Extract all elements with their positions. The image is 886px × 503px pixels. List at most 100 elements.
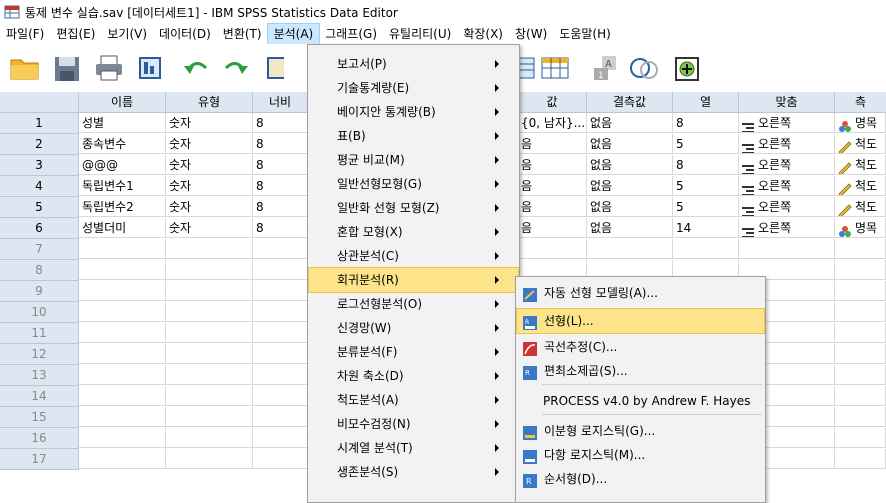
regression-menu-item[interactable]: 자동 선형 모델링(A)...: [517, 281, 764, 305]
empty-cell[interactable]: [253, 344, 308, 364]
analyze-menu-item[interactable]: 혼합 모형(X): [309, 220, 518, 244]
empty-cell[interactable]: [166, 449, 253, 469]
cell-width[interactable]: 8: [253, 218, 308, 238]
empty-cell[interactable]: [253, 428, 308, 448]
empty-cell[interactable]: [79, 323, 166, 343]
empty-cell[interactable]: [166, 302, 253, 322]
regression-menu-item[interactable]: 다항 로지스틱(M)...: [517, 443, 764, 467]
row-number[interactable]: 9: [0, 281, 79, 302]
select-cases-icon[interactable]: [540, 52, 574, 84]
row-number[interactable]: 17: [0, 449, 79, 470]
menu-graphs[interactable]: 그래프(G): [319, 24, 383, 44]
row-number[interactable]: 1: [0, 113, 79, 134]
row-number[interactable]: 14: [0, 386, 79, 407]
analyze-menu-item[interactable]: 표(B): [309, 124, 518, 148]
cell-name[interactable]: @@@: [79, 155, 166, 175]
cell-type[interactable]: 숫자: [166, 176, 253, 196]
empty-cell[interactable]: [253, 407, 308, 427]
goto-case-icon[interactable]: [262, 52, 284, 84]
cell-name[interactable]: 독립변수2: [79, 197, 166, 217]
empty-cell[interactable]: [835, 302, 886, 322]
cell-width[interactable]: 8: [253, 176, 308, 196]
row-number[interactable]: 11: [0, 323, 79, 344]
cell-values[interactable]: {0, 남자}...: [518, 113, 587, 133]
empty-cell[interactable]: [166, 428, 253, 448]
regression-menu-item[interactable]: R 편최소제곱(S)...: [517, 359, 764, 383]
empty-cell[interactable]: [79, 344, 166, 364]
value-labels-icon[interactable]: A1: [590, 52, 624, 84]
row-number[interactable]: 2: [0, 134, 79, 155]
empty-cell[interactable]: [835, 407, 886, 427]
cell-columns[interactable]: 14: [673, 218, 739, 238]
cell-type[interactable]: 숫자: [166, 155, 253, 175]
regression-menu-item[interactable]: PROCESS v4.0 by Andrew F. Hayes: [517, 389, 764, 413]
menu-edit[interactable]: 편집(E): [50, 24, 101, 44]
empty-cell[interactable]: [79, 449, 166, 469]
menu-file[interactable]: 파일(F): [0, 24, 50, 44]
row-number[interactable]: 16: [0, 428, 79, 449]
row-number[interactable]: 12: [0, 344, 79, 365]
header-missing[interactable]: 결측값: [587, 92, 673, 113]
row-number[interactable]: 3: [0, 155, 79, 176]
cell-columns[interactable]: 8: [673, 113, 739, 133]
cell-name[interactable]: 성별: [79, 113, 166, 133]
empty-cell[interactable]: [587, 239, 673, 259]
use-variable-sets-icon[interactable]: [628, 52, 662, 84]
cell-type[interactable]: 숫자: [166, 197, 253, 217]
empty-cell[interactable]: [835, 428, 886, 448]
empty-cell[interactable]: [79, 260, 166, 280]
empty-cell[interactable]: [79, 386, 166, 406]
analyze-menu-item[interactable]: 생존분석(S): [309, 460, 518, 484]
add-icon[interactable]: [670, 52, 704, 84]
cell-columns[interactable]: 8: [673, 155, 739, 175]
cell-columns[interactable]: 5: [673, 197, 739, 217]
empty-cell[interactable]: [253, 281, 308, 301]
header-columns[interactable]: 열: [673, 92, 739, 113]
cell-missing[interactable]: 없음: [587, 134, 673, 154]
header-measure[interactable]: 측: [835, 92, 886, 113]
empty-cell[interactable]: [253, 365, 308, 385]
empty-cell[interactable]: [166, 365, 253, 385]
empty-cell[interactable]: [835, 323, 886, 343]
cell-values[interactable]: 음: [518, 134, 587, 154]
dialog-recall-icon[interactable]: [134, 52, 168, 84]
row-number[interactable]: 5: [0, 197, 79, 218]
menu-analyze[interactable]: 분석(A): [266, 23, 321, 45]
cell-align[interactable]: 오른쪽: [739, 155, 835, 175]
empty-cell[interactable]: [835, 260, 886, 280]
empty-cell[interactable]: [835, 281, 886, 301]
empty-cell[interactable]: [166, 344, 253, 364]
analyze-menu-item[interactable]: 신경망(W): [309, 316, 518, 340]
cell-type[interactable]: 숫자: [166, 134, 253, 154]
cell-align[interactable]: 오른쪽: [739, 113, 835, 133]
cell-columns[interactable]: 5: [673, 176, 739, 196]
empty-cell[interactable]: [166, 323, 253, 343]
cell-values[interactable]: 음: [518, 218, 587, 238]
regression-menu-item[interactable]: 이분형 로지스틱(G)...: [517, 419, 764, 443]
cell-missing[interactable]: 없음: [587, 197, 673, 217]
cell-columns[interactable]: 5: [673, 134, 739, 154]
cell-values[interactable]: 음: [518, 176, 587, 196]
analyze-menu-item[interactable]: 비모수검정(N): [309, 412, 518, 436]
empty-cell[interactable]: [79, 281, 166, 301]
empty-cell[interactable]: [835, 449, 886, 469]
cell-measure[interactable]: 명목: [835, 218, 886, 238]
empty-cell[interactable]: [166, 260, 253, 280]
cell-type[interactable]: 숫자: [166, 113, 253, 133]
empty-cell[interactable]: [79, 428, 166, 448]
menu-extensions[interactable]: 확장(X): [457, 24, 509, 44]
redo-icon[interactable]: [220, 52, 254, 84]
empty-cell[interactable]: [253, 386, 308, 406]
header-values[interactable]: 값: [518, 92, 587, 113]
analyze-menu-item[interactable]: 로그선형분석(O): [309, 292, 518, 316]
analyze-menu-item[interactable]: 척도분석(A): [309, 388, 518, 412]
analyze-menu-item[interactable]: 일반화 선형 모형(Z): [309, 196, 518, 220]
empty-cell[interactable]: [253, 323, 308, 343]
analyze-menu-item[interactable]: 일반선형모형(G): [309, 172, 518, 196]
cell-align[interactable]: 오른쪽: [739, 176, 835, 196]
cell-missing[interactable]: 없음: [587, 155, 673, 175]
row-number[interactable]: 4: [0, 176, 79, 197]
cell-align[interactable]: 오른쪽: [739, 134, 835, 154]
cell-align[interactable]: 오른쪽: [739, 218, 835, 238]
cell-name[interactable]: 종속변수: [79, 134, 166, 154]
